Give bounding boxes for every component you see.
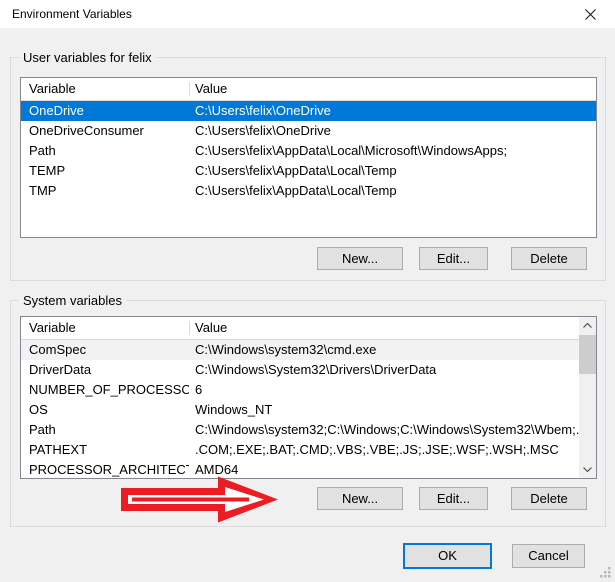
table-row[interactable]: ComSpecC:\Windows\system32\cmd.exe — [21, 340, 596, 360]
close-icon — [585, 9, 596, 20]
ok-button[interactable]: OK — [403, 543, 492, 569]
value-cell: C:\Users\felix\AppData\Local\Temp — [189, 161, 596, 181]
table-header: Variable Value — [21, 78, 596, 101]
table-row[interactable]: NUMBER_OF_PROCESSORS6 — [21, 380, 596, 400]
environment-variables-dialog: { "window": { "title": "Environment Vari… — [0, 0, 615, 582]
variable-column-header: Variable — [21, 317, 189, 339]
system-variables-label: System variables — [19, 293, 126, 308]
variable-cell: OneDriveConsumer — [21, 121, 189, 141]
user-edit-button[interactable]: Edit... — [419, 247, 488, 270]
value-cell: 6 — [189, 380, 596, 400]
system-edit-button[interactable]: Edit... — [419, 487, 488, 510]
close-button[interactable] — [565, 0, 615, 28]
table-header: Variable Value — [21, 317, 596, 340]
variable-cell: PATHEXT — [21, 440, 189, 460]
table-row[interactable]: OSWindows_NT — [21, 400, 596, 420]
table-row[interactable]: PathC:\Users\felix\AppData\Local\Microso… — [21, 141, 596, 161]
system-variables-table: Variable Value ComSpecC:\Windows\system3… — [20, 316, 597, 479]
system-new-button[interactable]: New... — [317, 487, 403, 510]
variable-cell: ComSpec — [21, 340, 189, 360]
variable-column-header: Variable — [21, 78, 189, 100]
user-delete-button[interactable]: Delete — [511, 247, 587, 270]
table-row[interactable]: DriverDataC:\Windows\System32\Drivers\Dr… — [21, 360, 596, 380]
variable-cell: OneDrive — [21, 101, 189, 121]
window-title: Environment Variables — [12, 7, 132, 21]
value-cell: C:\Users\felix\AppData\Local\Temp — [189, 181, 596, 201]
table-row[interactable]: OneDriveC:\Users\felix\OneDrive — [21, 101, 596, 121]
vertical-scrollbar[interactable] — [579, 317, 596, 478]
variable-cell: OS — [21, 400, 189, 420]
cancel-button[interactable]: Cancel — [512, 544, 585, 568]
value-column-header: Value — [189, 317, 596, 339]
table-row[interactable]: OneDriveConsumerC:\Users\felix\OneDrive — [21, 121, 596, 141]
resize-grip[interactable] — [599, 566, 612, 579]
variable-cell: DriverData — [21, 360, 189, 380]
chevron-up-icon — [583, 323, 592, 328]
scrollbar-down-button[interactable] — [579, 461, 596, 478]
table-row[interactable]: TEMPC:\Users\felix\AppData\Local\Temp — [21, 161, 596, 181]
variable-cell: Path — [21, 141, 189, 161]
user-variables-table: Variable Value OneDriveC:\Users\felix\On… — [20, 77, 597, 238]
scrollbar-thumb[interactable] — [579, 335, 596, 374]
variable-cell: Path — [21, 420, 189, 440]
chevron-down-icon — [583, 467, 592, 472]
table-row[interactable]: PROCESSOR_ARCHITECTUREAMD64 — [21, 460, 596, 479]
system-variables-rows: ComSpecC:\Windows\system32\cmd.exeDriver… — [21, 340, 596, 479]
value-cell: C:\Users\felix\OneDrive — [189, 101, 596, 121]
value-cell: C:\Users\felix\AppData\Local\Microsoft\W… — [189, 141, 596, 161]
value-cell: C:\Users\felix\OneDrive — [189, 121, 596, 141]
user-new-button[interactable]: New... — [317, 247, 403, 270]
value-cell: Windows_NT — [189, 400, 596, 420]
value-cell: C:\Windows\System32\Drivers\DriverData — [189, 360, 596, 380]
variable-cell: TEMP — [21, 161, 189, 181]
system-delete-button[interactable]: Delete — [511, 487, 587, 510]
user-variables-label: User variables for felix — [19, 50, 156, 65]
value-cell: C:\Windows\system32\cmd.exe — [189, 340, 596, 360]
titlebar: Environment Variables — [0, 0, 615, 28]
table-row[interactable]: TMPC:\Users\felix\AppData\Local\Temp — [21, 181, 596, 201]
value-cell: .COM;.EXE;.BAT;.CMD;.VBS;.VBE;.JS;.JSE;.… — [189, 440, 596, 460]
scrollbar-up-button[interactable] — [579, 317, 596, 334]
annotation-arrow — [121, 476, 280, 523]
value-column-header: Value — [189, 78, 596, 100]
table-row[interactable]: PathC:\Windows\system32;C:\Windows;C:\Wi… — [21, 420, 596, 440]
value-cell: C:\Windows\system32;C:\Windows;C:\Window… — [189, 420, 596, 440]
table-row[interactable]: PATHEXT.COM;.EXE;.BAT;.CMD;.VBS;.VBE;.JS… — [21, 440, 596, 460]
user-variables-rows: OneDriveC:\Users\felix\OneDriveOneDriveC… — [21, 101, 596, 201]
variable-cell: NUMBER_OF_PROCESSORS — [21, 380, 189, 400]
variable-cell: TMP — [21, 181, 189, 201]
